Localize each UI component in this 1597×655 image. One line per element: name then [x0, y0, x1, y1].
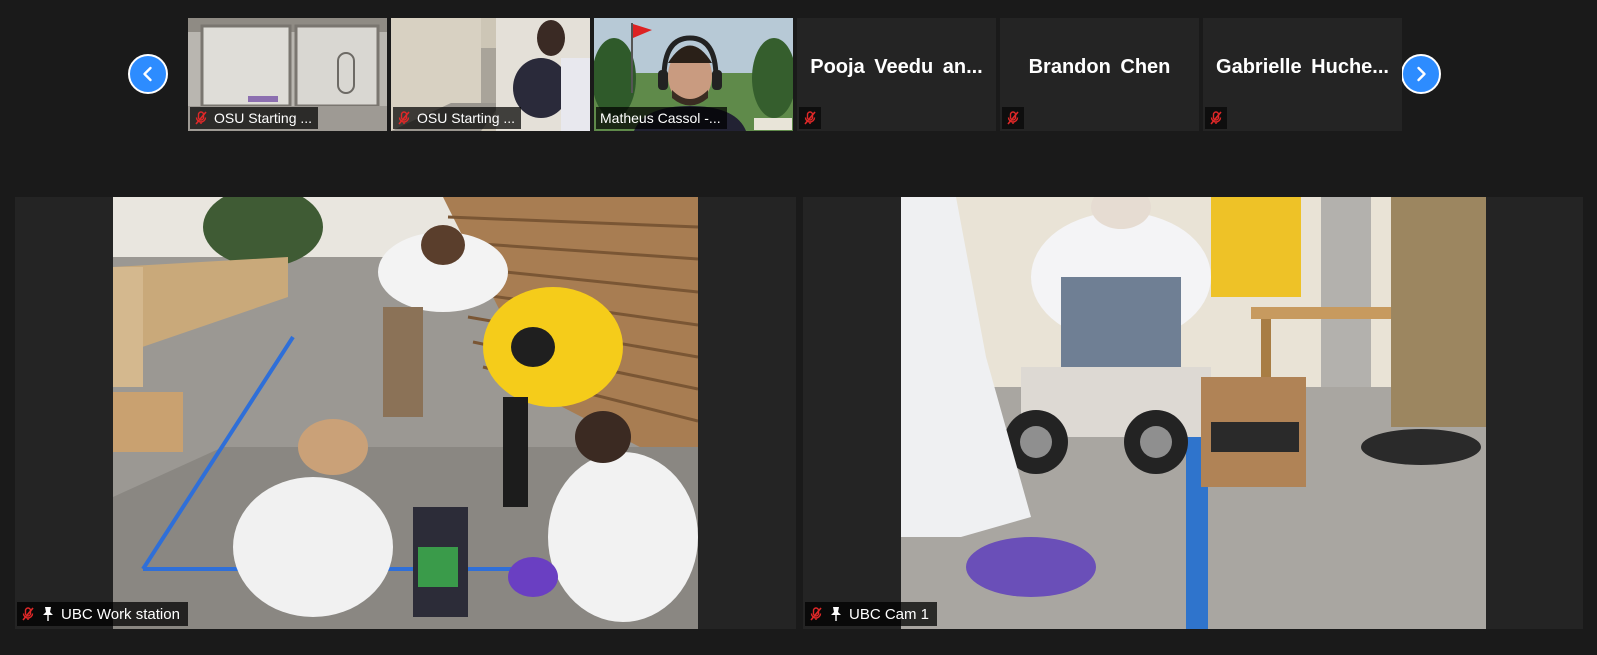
participant-name: Pooja Veedu an... — [810, 56, 983, 78]
previous-page-button[interactable] — [128, 54, 168, 94]
mic-muted-icon — [195, 111, 207, 125]
pin-icon — [831, 607, 841, 621]
participant-name-bar: Matheus Cassol -... — [596, 107, 727, 129]
participant-thumbnail[interactable]: OSU Starting ... — [391, 18, 590, 131]
mic-muted-icon — [22, 607, 34, 621]
participant-thumbnail[interactable]: Pooja Veedu an... — [797, 18, 996, 131]
participant-name: OSU Starting ... — [214, 110, 313, 126]
participant-name: UBC Cam 1 — [849, 605, 930, 623]
mute-indicator — [799, 107, 821, 129]
participant-strip: OSU Starting ... OSU Starting ... Matheu… — [188, 18, 1402, 131]
video-feed — [901, 197, 1486, 629]
participant-name-bar: UBC Cam 1 — [805, 602, 938, 626]
participant-thumbnail[interactable]: Brandon Chen — [1000, 18, 1199, 131]
video-tile-ubc-work-station[interactable]: UBC Work station — [15, 197, 796, 629]
participant-name-bar: OSU Starting ... — [190, 107, 319, 129]
video-tile-ubc-cam-1[interactable]: UBC Cam 1 — [803, 197, 1583, 629]
next-page-button[interactable] — [1401, 54, 1441, 94]
participant-name: OSU Starting ... — [417, 110, 516, 126]
mic-muted-icon — [398, 111, 410, 125]
video-feed — [113, 197, 698, 629]
mic-muted-icon — [804, 111, 816, 125]
mute-indicator — [1205, 107, 1227, 129]
participant-thumbnail[interactable]: Matheus Cassol -... — [594, 18, 793, 131]
mic-muted-icon — [1007, 111, 1019, 125]
participant-name: Matheus Cassol -... — [600, 110, 721, 126]
mic-muted-icon — [1210, 111, 1222, 125]
participant-name: Brandon Chen — [1028, 56, 1171, 78]
pin-icon — [43, 607, 53, 621]
mute-indicator — [1002, 107, 1024, 129]
chevron-right-icon — [1417, 66, 1426, 82]
participant-thumbnail[interactable]: Gabrielle Huche... — [1203, 18, 1402, 131]
participant-name: UBC Work station — [61, 605, 180, 623]
participant-thumbnail[interactable]: OSU Starting ... — [188, 18, 387, 131]
mic-muted-icon — [810, 607, 822, 621]
chevron-left-icon — [143, 66, 152, 82]
participant-name-bar: UBC Work station — [17, 602, 188, 626]
participant-name-bar: OSU Starting ... — [393, 107, 522, 129]
participant-name: Gabrielle Huche... — [1216, 56, 1389, 78]
